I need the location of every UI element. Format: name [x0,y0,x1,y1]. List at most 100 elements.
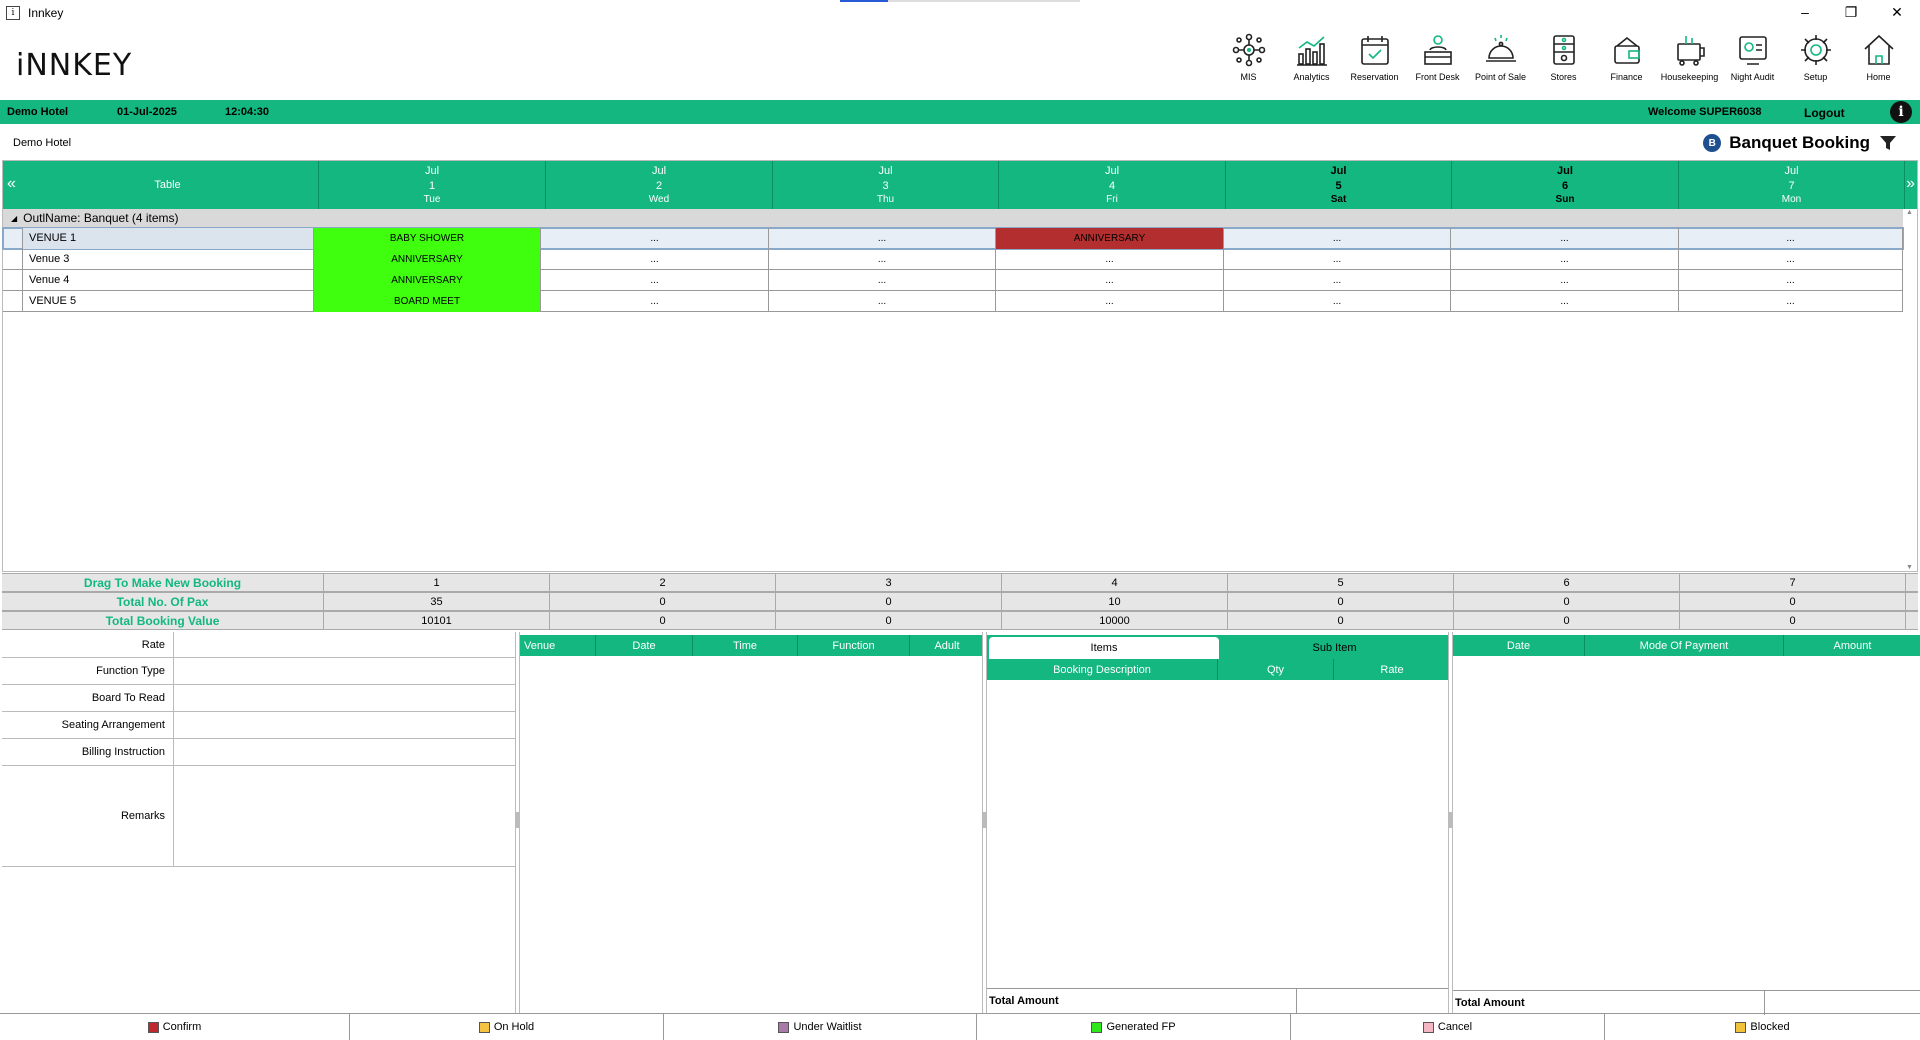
group-row-banquet[interactable]: ◢ OutlName: Banquet (4 items) [3,209,1903,227]
close-button[interactable]: ✕ [1874,0,1920,24]
tab-sub-item[interactable]: Sub Item [1219,637,1450,659]
booking-detail-form: Rate Function Type Board To Read Seating… [2,632,516,1013]
minimize-button[interactable]: – [1782,0,1828,24]
summary-row-drag[interactable]: Drag To Make New Booking 1 2 3 4 5 6 7 [2,573,1918,592]
nav-point-of-sale[interactable]: Point of Sale [1469,32,1532,82]
nav-front-desk[interactable]: Front Desk [1406,32,1469,82]
function-type-field[interactable] [175,658,516,684]
booking-cell[interactable]: ... [769,249,996,270]
booking-cell[interactable]: ... [541,228,769,249]
blocked-swatch [1735,1021,1747,1033]
booking-cell[interactable]: ... [541,291,769,312]
status-hotel: Demo Hotel [7,106,69,118]
table-row[interactable]: VENUE 5 BOARD MEET ... ... ... ... ... .… [3,291,1903,312]
rate-field[interactable] [175,632,516,657]
venue-name: Venue 3 [23,249,314,270]
prev-week-button[interactable]: « [7,175,16,193]
legend-cancel: Cancel [1291,1014,1605,1040]
table-row[interactable]: Venue 4 ANNIVERSARY ... ... ... ... ... … [3,270,1903,291]
board-to-read-field[interactable] [175,685,516,711]
finance-icon [1613,36,1640,64]
booking-cell[interactable]: ... [1679,228,1903,249]
sub-header: Demo Hotel B Banquet Booking [0,126,1920,160]
booking-cell[interactable]: ... [769,291,996,312]
nav-housekeeping[interactable]: Housekeeping [1658,32,1721,82]
nav-home[interactable]: Home [1847,32,1910,82]
nav-reservation[interactable]: Reservation [1343,32,1406,82]
details-area: Rate Function Type Board To Read Seating… [0,632,1920,1015]
maximize-button[interactable]: ❐ [1828,0,1874,24]
rate-row: Rate [2,632,516,658]
scroll-down-icon[interactable]: ▼ [1906,564,1913,571]
next-week-button[interactable]: » [1906,175,1915,193]
row-selector[interactable] [3,249,23,270]
billing-field[interactable] [175,739,516,765]
booking-cell[interactable]: ... [769,270,996,291]
nav-analytics[interactable]: Analytics [1280,32,1343,82]
reservation-icon [1360,36,1389,65]
booking-cell[interactable]: ... [541,270,769,291]
group-label: OutlName: Banquet (4 items) [23,211,179,225]
booking-cell[interactable]: ... [1679,291,1903,312]
nav-night-audit[interactable]: Night Audit [1721,32,1784,82]
seating-row: Seating Arrangement [2,712,516,739]
booking-cell[interactable]: ... [1224,228,1451,249]
row-selector[interactable] [3,228,23,249]
booking-cell[interactable]: ... [1451,270,1679,291]
payment-panel: Date Mode Of Payment Amount Total Amount [1452,632,1920,1015]
seating-field[interactable] [175,712,516,738]
grid-scrollbar[interactable]: ▲ ▼ [1904,209,1915,571]
nav-finance[interactable]: Finance [1595,32,1658,82]
day-header-1: Jul 1 Tue [319,161,546,209]
booking-cell[interactable]: ... [769,228,996,249]
filter-icon[interactable] [1878,133,1898,153]
day-header-4: Jul 4 Fri [999,161,1226,209]
booking-cell[interactable]: ANNIVERSARY [996,228,1224,249]
front-desk-icon [1423,35,1452,65]
collapse-icon[interactable]: ◢ [11,214,17,223]
nav-mis[interactable]: MIS [1217,32,1280,82]
booking-cell[interactable]: ... [996,291,1224,312]
row-selector[interactable] [3,270,23,291]
booking-cell[interactable]: BOARD MEET [314,291,541,312]
booking-cell[interactable]: ANNIVERSARY [314,270,541,291]
under-waitlist-swatch [778,1021,790,1033]
payment-total-row: Total Amount [1453,990,1920,1015]
booking-cell[interactable]: ... [1679,270,1903,291]
venue-list-header: Venue Date Time Function Adult [520,635,982,656]
status-legend: Confirm On Hold Under Waitlist Generated… [0,1013,1920,1040]
legend-blocked: Blocked [1605,1014,1920,1040]
remarks-row: Remarks [2,766,516,867]
booking-cell[interactable]: ANNIVERSARY [314,249,541,270]
table-row[interactable]: VENUE 1 BABY SHOWER ... ... ANNIVERSARY … [2,227,1904,250]
generated-fp-swatch [1091,1021,1103,1033]
scroll-up-icon[interactable]: ▲ [1906,209,1913,216]
title-progress [840,0,1080,2]
day-header-7: Jul 7 Mon [1679,161,1905,209]
innkey-logo: iNNKEY [16,48,133,83]
booking-cell[interactable]: ... [1451,249,1679,270]
booking-cell[interactable]: ... [996,270,1224,291]
info-icon[interactable]: i [1890,101,1912,123]
day-header-6: Jul 6 Sun [1452,161,1679,209]
booking-cell[interactable]: BABY SHOWER [314,228,541,249]
confirm-swatch [147,1021,159,1033]
booking-cell[interactable]: ... [1451,228,1679,249]
point-of-sale-icon [1485,35,1516,62]
booking-cell[interactable]: ... [1451,291,1679,312]
booking-cell[interactable]: ... [1224,249,1451,270]
tab-items[interactable]: Items [989,637,1219,659]
booking-cell[interactable]: ... [541,249,769,270]
remarks-field[interactable] [175,766,516,866]
booking-cell[interactable]: ... [996,249,1224,270]
booking-cell[interactable]: ... [1679,249,1903,270]
window-title: Innkey [28,6,64,20]
logout-button[interactable]: Logout [1804,106,1845,120]
row-selector[interactable] [3,291,23,312]
nav-setup[interactable]: Setup [1784,32,1847,82]
booking-cell[interactable]: ... [1224,270,1451,291]
nav-stores[interactable]: Stores [1532,32,1595,82]
mis-icon [1232,33,1265,67]
booking-cell[interactable]: ... [1224,291,1451,312]
table-row[interactable]: Venue 3 ANNIVERSARY ... ... ... ... ... … [3,249,1903,270]
